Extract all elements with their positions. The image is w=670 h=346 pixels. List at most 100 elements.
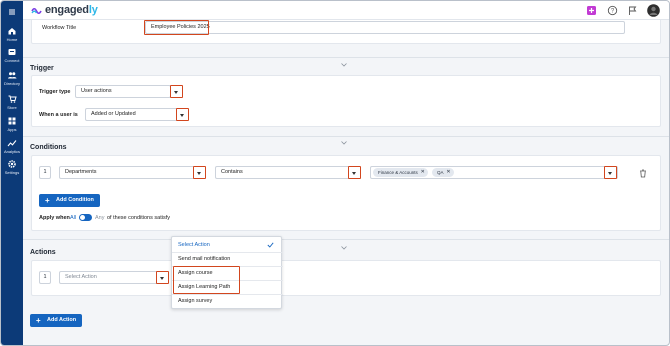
condition-operator-dropdown-button[interactable] (348, 166, 361, 179)
condition-field-dropdown-button[interactable] (193, 166, 206, 179)
help-icon[interactable]: ? (607, 5, 618, 16)
condition-field-select[interactable]: Departments (59, 166, 202, 179)
action-row-number: 1 (39, 271, 51, 284)
sidebar-item-home[interactable]: Home (1, 26, 23, 42)
connect-icon (8, 49, 16, 55)
sidebar: Home Connect Directory Store Apps Analyt… (1, 1, 23, 345)
flag-icon[interactable] (627, 5, 638, 16)
sidebar-item-directory[interactable]: Directory (1, 70, 23, 86)
workflow-title-card: Workflow Title Employee Policies 2025 (31, 20, 661, 44)
trigger-type-dropdown-button[interactable] (170, 85, 183, 98)
apps-icon (8, 117, 16, 125)
svg-text:?: ? (611, 9, 615, 15)
menu-item-send-mail[interactable]: Send mail notification (178, 256, 230, 262)
trigger-card: Trigger type User actions When a user is… (31, 75, 661, 127)
any-label: Any (95, 215, 105, 221)
value-chip-label: QA (437, 170, 444, 175)
toggle-knob (80, 215, 85, 220)
menu-item-assign-survey[interactable]: Assign survey (178, 298, 212, 304)
add-action-label: Add Action (47, 317, 77, 323)
condition-row-number: 1 (39, 166, 51, 179)
brand-logo[interactable]: engagedly (31, 4, 98, 16)
value-chip: Finance & Accounts ✕ (373, 168, 428, 177)
workflow-title-highlight (144, 20, 209, 35)
chevron-down-icon[interactable] (341, 63, 347, 67)
condition-field-value: Departments (65, 169, 97, 175)
trigger-type-value: User actions (81, 88, 112, 94)
actions-section-title: Actions (30, 249, 56, 256)
action-dropdown-button[interactable] (156, 271, 169, 284)
conditions-card: 1 Departments Contains Finance & Account… (31, 155, 661, 231)
brand-name: engagedly (45, 4, 98, 16)
trigger-section-title: Trigger (30, 65, 54, 72)
value-chip: QA ✕ (432, 168, 454, 177)
satisfy-text: of these conditions satisfy (107, 215, 170, 221)
sidebar-item-label: Home (6, 37, 18, 42)
conditions-section-title: Conditions (30, 144, 67, 151)
sidebar-item-connect[interactable]: Connect (1, 47, 23, 63)
actions-card: 1 Select Action (31, 260, 661, 296)
value-chip-label: Finance & Accounts (378, 170, 418, 175)
sidebar-item-settings[interactable]: Settings (1, 159, 23, 175)
condition-values-dropdown-button[interactable] (604, 166, 617, 179)
chevron-down-icon[interactable] (341, 246, 347, 250)
workflow-title-input[interactable]: Employee Policies 2025 (145, 21, 625, 34)
plus-icon: + (45, 196, 50, 205)
workflow-title-label: Workflow Title (42, 25, 77, 31)
sidebar-item-label: Apps (7, 127, 17, 132)
when-user-label: When a user is (39, 112, 78, 118)
apply-when-label: Apply when (39, 215, 70, 221)
analytics-icon (7, 140, 17, 147)
check-icon (267, 242, 274, 248)
add-action-button[interactable]: + Add Action (30, 314, 83, 327)
chevron-down-icon[interactable] (341, 141, 347, 145)
sidebar-item-analytics[interactable]: Analytics (1, 138, 23, 154)
condition-operator-value: Contains (221, 169, 243, 175)
when-user-dropdown-button[interactable] (176, 108, 189, 121)
home-icon (8, 28, 16, 35)
add-condition-label: Add Condition (56, 197, 94, 203)
section-divider (23, 239, 669, 240)
condition-operator-select[interactable]: Contains (215, 166, 359, 179)
menu-separator (172, 294, 283, 295)
sidebar-item-store[interactable]: Store (1, 94, 23, 110)
plus-square-icon[interactable] (586, 5, 597, 16)
chip-remove-icon[interactable]: ✕ (446, 168, 450, 177)
store-icon (8, 95, 17, 103)
menu-highlight-box (173, 266, 240, 294)
menu-separator (172, 252, 283, 253)
logo-mark-icon (31, 7, 42, 14)
trigger-type-select[interactable]: User actions (75, 85, 171, 98)
hamburger-icon (9, 9, 15, 15)
when-user-select[interactable]: Added or Updated (85, 108, 188, 121)
sidebar-item-label: Analytics (3, 149, 20, 154)
action-select-placeholder: Select Action (65, 274, 97, 280)
menu-toggle-button[interactable] (1, 7, 23, 17)
section-divider (23, 57, 669, 58)
trash-icon[interactable] (639, 169, 647, 178)
sidebar-item-label: Connect (4, 58, 20, 63)
brand-name-main: engaged (45, 4, 89, 16)
sidebar-item-label: Directory (3, 81, 20, 86)
chip-remove-icon[interactable]: ✕ (421, 168, 425, 177)
action-select[interactable]: Select Action (59, 271, 167, 284)
plus-icon: + (36, 316, 41, 325)
top-bar: engagedly ? (23, 1, 669, 20)
gear-icon (8, 160, 16, 168)
section-divider (23, 136, 669, 137)
avatar[interactable] (647, 4, 660, 17)
sidebar-item-apps[interactable]: Apps (1, 116, 23, 132)
when-user-value: Added or Updated (91, 111, 136, 117)
add-condition-button[interactable]: + Add Condition (39, 194, 100, 207)
app-window: Home Connect Directory Store Apps Analyt… (0, 0, 670, 346)
brand-name-accent: ly (88, 4, 98, 16)
main-content: Workflow Title Employee Policies 2025 Tr… (23, 20, 669, 345)
all-any-toggle[interactable] (79, 214, 92, 221)
action-dropdown-menu: Select Action Send mail notification Ass… (171, 236, 283, 309)
all-label: All (70, 215, 77, 221)
sidebar-item-label: Settings (4, 170, 20, 175)
menu-item-select-action[interactable]: Select Action (178, 242, 210, 248)
trigger-type-label: Trigger type (39, 89, 71, 95)
directory-icon (8, 72, 17, 79)
sidebar-item-label: Store (7, 105, 17, 110)
